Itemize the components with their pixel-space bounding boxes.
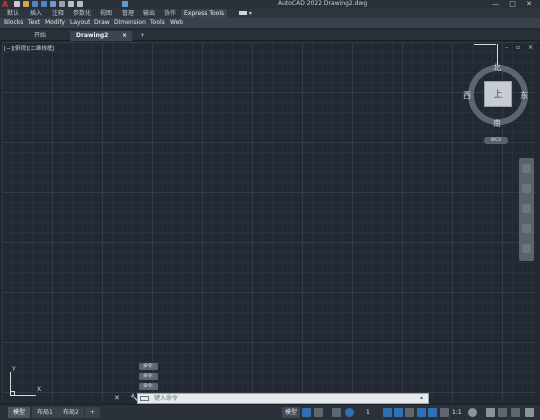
redo-icon[interactable] [77,1,83,7]
showmotion-icon[interactable] [522,244,531,253]
menu-layout[interactable]: Layout [70,18,90,28]
grid-icon[interactable] [302,408,311,417]
new-icon[interactable] [14,1,20,7]
wcs-menu-button[interactable]: WCS [484,137,508,144]
ribbon-tab-bar: 默认 插入 注释 参数化 视图 管理 输出 协作 Express Tools ▾ [0,9,540,18]
menu-draw[interactable]: Draw [94,18,110,28]
annotation-monitor-icon[interactable] [486,408,495,417]
lineweight-icon[interactable] [405,408,414,417]
autoscale-icon[interactable] [428,408,437,417]
viewcube-top-face[interactable]: 上 [484,81,512,107]
title-bar: A AutoCAD 2022 Drawing2.dwg — □ ✕ [0,0,540,9]
layout-tab-model[interactable]: 模型 [8,407,31,418]
app-logo[interactable]: A [2,0,8,9]
command-prompt-icon[interactable] [140,396,149,401]
otrack-icon[interactable] [394,408,403,417]
window-controls[interactable]: — □ ✕ [492,0,536,9]
tab-view[interactable]: 视图 [97,9,115,18]
command-input[interactable] [137,393,429,404]
isolate-objects-icon[interactable] [511,408,520,417]
osnap-icon[interactable] [383,408,392,417]
status-bar: 模型 布局1 布局2 + 模型 1 1:1 [0,404,540,420]
tab-output[interactable]: 输出 [140,9,158,18]
share-icon[interactable] [122,1,128,7]
command-history-line: 命令: [139,373,158,380]
save-as-icon[interactable] [41,1,47,7]
drawing-canvas[interactable] [2,42,537,402]
navigation-bar [519,158,534,261]
polar-icon[interactable] [345,408,354,417]
menu-tools[interactable]: Tools [150,18,165,28]
compass-west[interactable]: 西 [463,90,471,101]
tab-start[interactable]: 开始 [10,31,70,41]
close-tab-icon[interactable]: × [122,31,127,41]
compass-north[interactable]: 北 [493,62,501,73]
tab-parametric[interactable]: 参数化 [70,9,94,18]
tab-annotate[interactable]: 注释 [49,9,67,18]
new-tab-button[interactable]: + [134,31,151,41]
tab-collaborate[interactable]: 协作 [161,9,179,18]
customization-menu-icon[interactable] [525,408,534,417]
compass-east[interactable]: 东 [520,90,528,101]
save-icon[interactable] [32,1,38,7]
command-history-line: 命令: [139,383,158,390]
undo-icon[interactable] [68,1,74,7]
zoom-icon[interactable] [522,204,531,213]
menu-web[interactable]: Web [170,18,183,28]
window-title: AutoCAD 2022 Drawing2.dwg [278,0,368,7]
selection-count[interactable]: 1 [366,407,370,418]
viewport-window-controls[interactable]: – ▫ × [505,44,536,51]
ucs-y-label: Y [12,366,16,373]
layout-tab-1[interactable]: 布局1 [32,407,58,418]
ortho-icon[interactable] [332,408,341,417]
tab-express-tools[interactable]: Express Tools [181,9,228,18]
ribbon-options-icon[interactable]: ▾ [236,9,255,18]
ucs-x-label: X [37,386,42,393]
menu-dimension[interactable]: Dimension [114,18,146,28]
plot-icon[interactable] [59,1,65,7]
units-icon[interactable] [498,408,507,417]
menu-text[interactable]: Text [28,18,40,28]
add-layout-button[interactable]: + [85,407,101,418]
annotation-scale-icon[interactable] [440,408,449,417]
steering-wheel-icon[interactable] [522,164,531,173]
annotation-visibility-icon[interactable] [417,408,426,417]
tab-drawing2[interactable]: Drawing2 × [70,31,132,41]
menu-modify[interactable]: Modify [45,18,65,28]
orbit-icon[interactable] [522,224,531,233]
viewport-controls-label[interactable]: [−][俯视][二维线框] [4,44,54,52]
menu-blocks[interactable]: Blocks [4,18,23,28]
workspace-gear-icon[interactable] [468,408,477,417]
open-icon[interactable] [23,1,29,7]
tab-insert[interactable]: 插入 [27,9,45,18]
layout-tab-2[interactable]: 布局2 [58,407,84,418]
tab-home[interactable]: 默认 [4,9,22,18]
pan-icon[interactable] [522,184,531,193]
snap-icon[interactable] [314,408,323,417]
drawing-tab-label: Drawing2 [76,32,109,39]
file-tab-bar: 开始 Drawing2 × + [0,30,540,41]
model-space-toggle[interactable]: 模型 [282,407,301,418]
command-dropdown-icon[interactable]: ▴ [420,394,423,401]
tab-manage[interactable]: 管理 [119,9,137,18]
web-icon[interactable] [50,1,56,7]
compass-south[interactable]: 南 [493,118,501,129]
annotation-scale[interactable]: 1:1 [452,407,462,418]
command-history-line: 命令: [139,363,158,370]
menu-bar: Blocks Text Modify Layout Draw Dimension… [0,18,540,28]
